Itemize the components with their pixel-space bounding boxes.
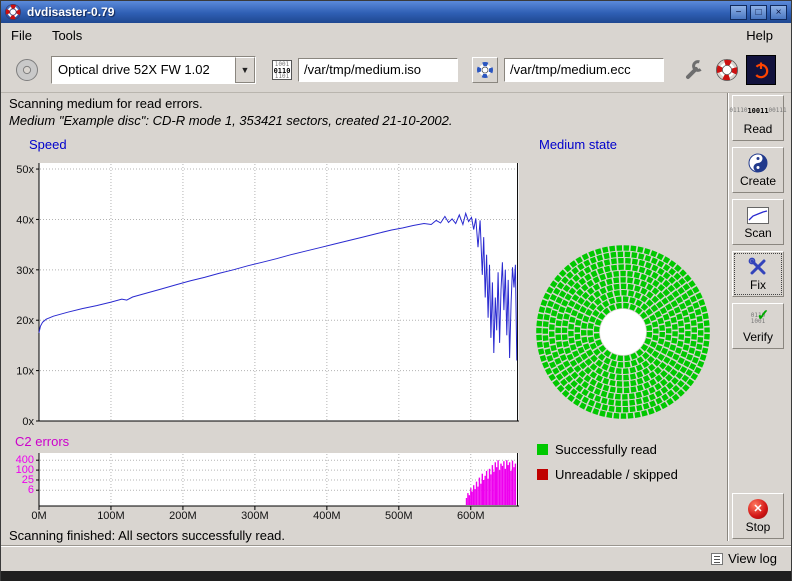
menu-tools[interactable]: Tools <box>42 25 92 46</box>
wrench-icon <box>681 58 705 82</box>
fix-button-label: Fix <box>750 278 766 292</box>
good-swatch <box>537 444 548 455</box>
tools-icon <box>748 256 768 278</box>
window-title: dvdisaster-0.79 <box>27 5 114 19</box>
verify-check-icon: 0110 1001 ✓ <box>751 308 765 330</box>
window-bottom-border <box>1 571 791 581</box>
read-button[interactable]: 01110 10011 00111 Read <box>732 95 784 141</box>
svg-text:0M: 0M <box>31 510 46 522</box>
maximize-button[interactable]: □ <box>750 5 767 20</box>
stop-button-label: Stop <box>746 520 771 534</box>
svg-text:50x: 50x <box>16 164 34 176</box>
statusbar: View log <box>1 545 791 571</box>
legend-bad-label: Unreadable / skipped <box>555 467 678 482</box>
read-button-label: Read <box>744 122 773 136</box>
bad-swatch <box>537 469 548 480</box>
status-line-1: Scanning medium for read errors. <box>9 96 203 111</box>
scan-chart-icon <box>747 204 769 226</box>
svg-text:400M: 400M <box>313 510 341 522</box>
fix-button[interactable]: Fix <box>732 251 784 297</box>
svg-text:200M: 200M <box>169 510 197 522</box>
svg-text:6: 6 <box>28 484 34 496</box>
verify-button[interactable]: 0110 1001 ✓ Verify <box>732 303 784 349</box>
svg-text:300M: 300M <box>241 510 269 522</box>
power-icon <box>750 59 772 81</box>
view-log-button[interactable]: View log <box>707 549 781 568</box>
create-button-label: Create <box>740 174 776 188</box>
ecc-path-input[interactable] <box>504 58 664 82</box>
titlebar[interactable]: dvdisaster-0.79 − □ × <box>1 1 791 23</box>
preferences-button[interactable] <box>678 55 708 85</box>
chevron-down-icon[interactable]: ▼ <box>235 57 255 83</box>
menu-file[interactable]: File <box>1 25 42 46</box>
toolbar: Optical drive 52X FW 1.02 ▼ 1001 0110 11… <box>1 47 791 93</box>
legend-item-bad: Unreadable / skipped <box>537 467 678 482</box>
quit-button[interactable] <box>746 55 776 85</box>
about-button[interactable] <box>712 55 742 85</box>
scan-result-text: Scanning finished: All sectors successfu… <box>9 528 285 543</box>
medium-state-disc <box>535 244 711 420</box>
yin-yang-icon <box>748 152 768 174</box>
svg-text:30x: 30x <box>16 265 34 277</box>
drive-icon[interactable] <box>13 56 41 84</box>
iso-path-input[interactable] <box>298 58 458 82</box>
binary-read-icon: 01110 10011 00111 <box>729 100 786 122</box>
scan-button-label: Scan <box>744 226 771 240</box>
lifesaver-logo-icon <box>715 58 739 82</box>
close-button[interactable]: × <box>770 5 787 20</box>
svg-text:600M: 600M <box>457 510 485 522</box>
svg-text:20x: 20x <box>16 315 34 327</box>
svg-text:10x: 10x <box>16 366 34 378</box>
image-file-icon: 1001 0110 1101 <box>272 60 292 80</box>
menu-help[interactable]: Help <box>736 25 783 46</box>
view-log-label: View log <box>728 551 777 566</box>
speed-chart-label: Speed <box>29 137 67 152</box>
ecc-file-icon <box>476 61 494 79</box>
create-button[interactable]: Create <box>732 147 784 193</box>
app-window: dvdisaster-0.79 − □ × File Tools Help Op… <box>0 0 792 581</box>
app-icon <box>5 4 21 20</box>
drive-select-value: Optical drive 52X FW 1.02 <box>52 57 235 83</box>
svg-text:0x: 0x <box>22 416 34 428</box>
stop-button[interactable]: ✕ Stop <box>732 493 784 539</box>
medium-state-label: Medium state <box>539 137 617 152</box>
verify-button-label: Verify <box>743 330 773 344</box>
drive-select[interactable]: Optical drive 52X FW 1.02 ▼ <box>51 56 256 84</box>
log-list-icon <box>711 553 723 565</box>
sidebar-separator <box>727 93 729 541</box>
legend-item-good: Successfully read <box>537 442 657 457</box>
svg-text:40x: 40x <box>16 214 34 226</box>
svg-text:500M: 500M <box>385 510 413 522</box>
menubar: File Tools Help <box>1 23 791 47</box>
ecc-file-button[interactable] <box>472 57 498 83</box>
scan-button[interactable]: Scan <box>732 199 784 245</box>
minimize-button[interactable]: − <box>730 5 747 20</box>
svg-text:100M: 100M <box>97 510 125 522</box>
status-line-2: Medium "Example disc": CD-R mode 1, 3534… <box>9 113 453 128</box>
stop-icon: ✕ <box>748 498 768 520</box>
legend-good-label: Successfully read <box>555 442 657 457</box>
speed-and-c2-chart: 0M 100M 200M 300M 400M 500M 600M 0x 10x 20x 30x 40x… <box>1 151 531 529</box>
